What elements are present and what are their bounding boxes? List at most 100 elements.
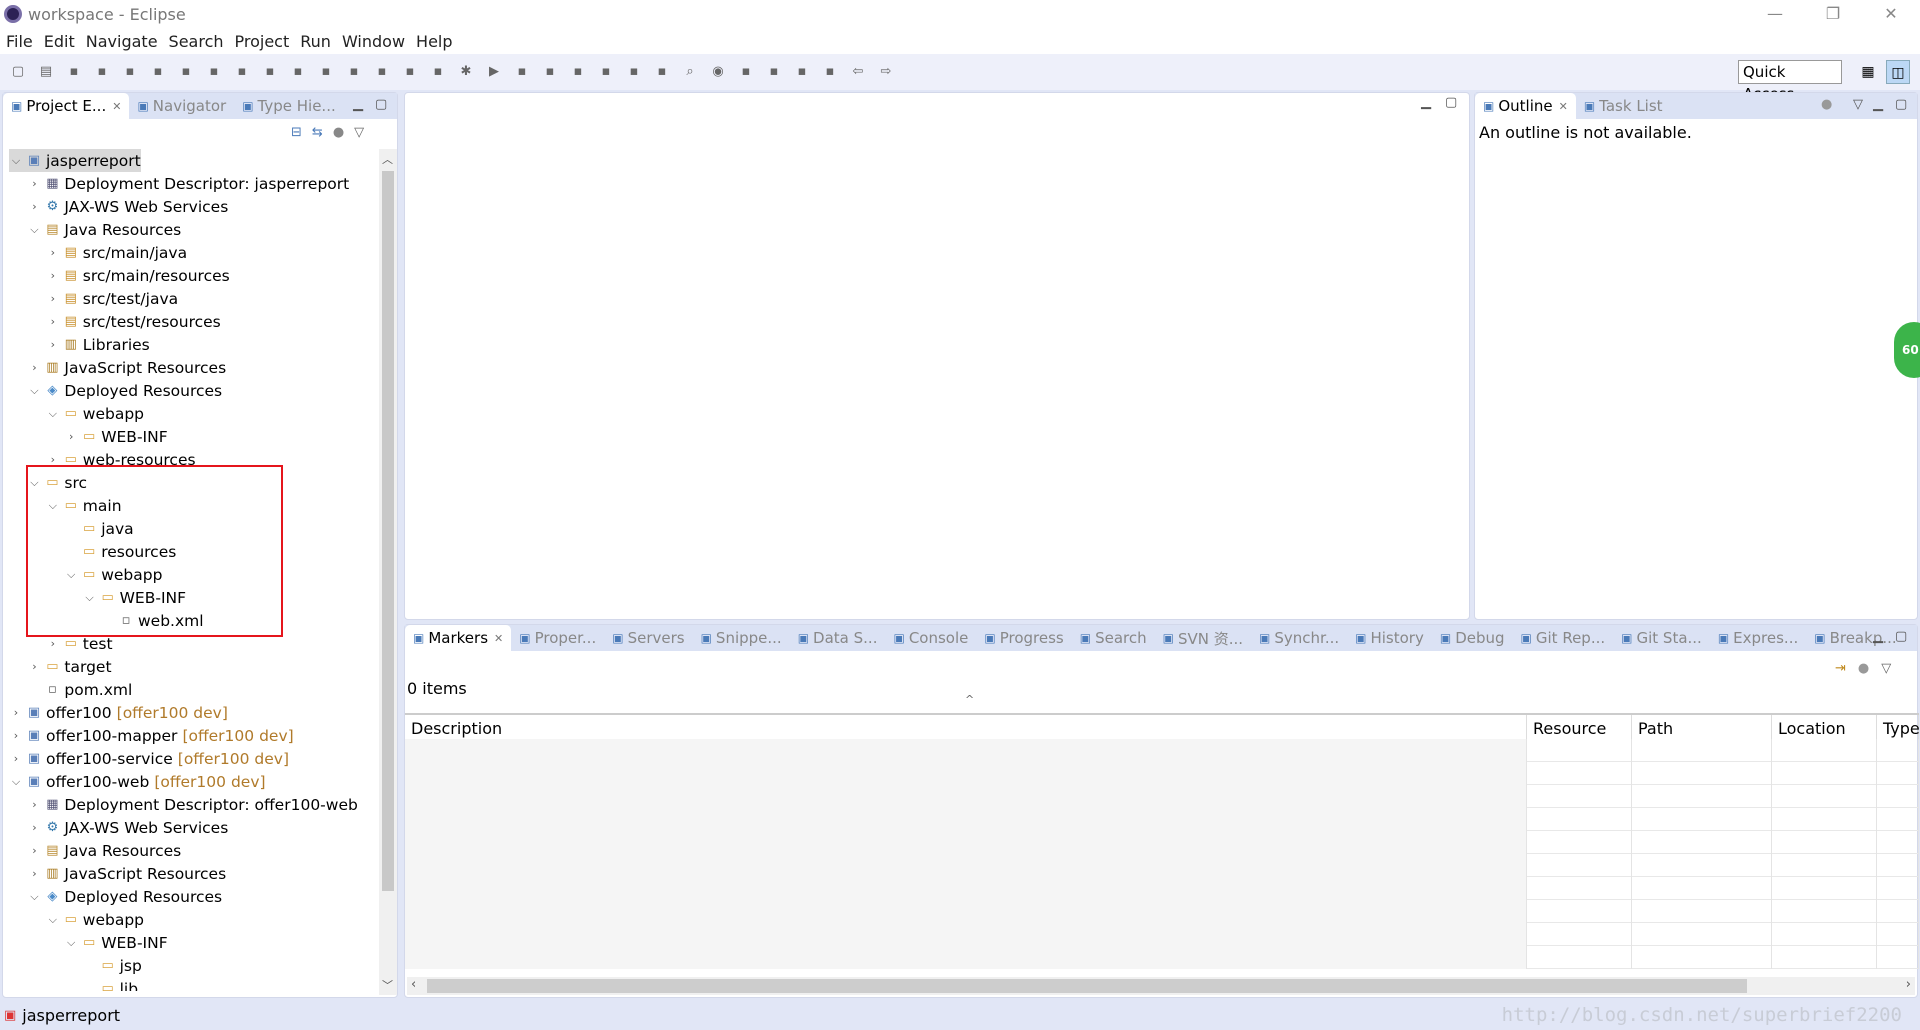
java-ee-perspective-icon[interactable]: ◫ [1886, 60, 1910, 84]
tab-type-hie[interactable]: ▣ Type Hie... [234, 93, 344, 119]
last-edit-icon[interactable]: ▪ [820, 63, 840, 81]
tree-item[interactable]: › ▤ Java Resources [27, 839, 181, 862]
tab-history[interactable]: ▣ History [1347, 625, 1432, 651]
skip-breakpoints-icon[interactable]: ▪ [120, 63, 140, 81]
disconnect-icon[interactable]: ▪ [232, 63, 252, 81]
chevron-right-icon[interactable]: › [46, 315, 60, 328]
chevron-down-icon[interactable]: ⌵ [27, 384, 41, 398]
tab-proper[interactable]: ▣ Proper... [511, 625, 604, 651]
close-tab-icon[interactable]: ✕ [494, 632, 503, 645]
focus-icon[interactable]: ● [333, 125, 344, 140]
tree-item[interactable]: ⌵ ▣ jasperreport [9, 149, 141, 172]
tab-svn[interactable]: ▣ SVN 资... [1155, 625, 1251, 651]
chevron-right-icon[interactable]: › [27, 660, 41, 673]
tree-item[interactable]: ⌵ ▭ webapp [46, 908, 144, 931]
minimize-icon[interactable]: ▁ [353, 97, 363, 112]
open-task-icon[interactable]: ▪ [652, 63, 672, 81]
tree-item[interactable]: ⌵ ◈ Deployed Resources [27, 885, 222, 908]
external-tools-icon[interactable]: ▪ [540, 63, 560, 81]
tree-item[interactable]: › ⚙ JAX-WS Web Services [27, 816, 228, 839]
scroll-down-icon[interactable]: ﹀ [382, 977, 393, 993]
tab-breakp[interactable]: ▣ Breakp... [1806, 625, 1904, 651]
column-header-path[interactable]: Path [1632, 715, 1772, 741]
tree-item[interactable]: ⌵ ▣ offer100-web [offer100 dev] [9, 770, 266, 793]
tree-item[interactable]: › ▤ src/test/java [46, 287, 179, 310]
tab-git-rep[interactable]: ▣ Git Rep... [1513, 625, 1614, 651]
close-tab-icon[interactable]: ✕ [1559, 100, 1568, 113]
maximize-icon[interactable]: ▢ [375, 97, 387, 112]
next-annotation-icon[interactable]: ▪ [764, 63, 784, 81]
restore-button[interactable]: ❐ [1804, 0, 1862, 28]
suspend-icon[interactable]: ▪ [176, 63, 196, 81]
link-with-editor-icon[interactable]: ⇆ [312, 125, 323, 140]
tab-synchr[interactable]: ▣ Synchr... [1251, 625, 1347, 651]
step-into-icon[interactable]: ▪ [260, 63, 280, 81]
open-type-icon[interactable]: ▪ [624, 63, 644, 81]
new-jsp-icon[interactable]: ▪ [596, 63, 616, 81]
search-icon[interactable]: ⌕ [680, 63, 700, 81]
scroll-thumb[interactable] [382, 171, 394, 891]
menu-help[interactable]: Help [416, 32, 452, 51]
font-icon[interactable]: ▪ [428, 63, 448, 81]
chevron-down-icon[interactable]: ⌵ [9, 775, 23, 789]
run-coverage-icon[interactable]: ▪ [512, 63, 532, 81]
previous-annotation-icon[interactable]: ▪ [792, 63, 812, 81]
focus-icon[interactable]: ● [1858, 661, 1869, 676]
chevron-right-icon[interactable]: › [27, 867, 41, 880]
scroll-thumb[interactable] [427, 979, 1747, 993]
tab-data-s[interactable]: ▣ Data S... [790, 625, 886, 651]
minimize-icon[interactable]: ▁ [1873, 629, 1883, 644]
tab-navigator[interactable]: ▣ Navigator [129, 93, 234, 119]
tab-search[interactable]: ▣ Search [1072, 625, 1155, 651]
chevron-right-icon[interactable]: › [46, 338, 60, 351]
close-tab-icon[interactable]: ✕ [112, 100, 121, 113]
run-icon[interactable]: ▶ [484, 63, 504, 81]
chevron-right-icon[interactable]: › [46, 637, 60, 650]
menu-window[interactable]: Window [342, 32, 405, 51]
column-header-type[interactable]: Type [1877, 715, 1920, 741]
tab-progress[interactable]: ▣ Progress [976, 625, 1071, 651]
menu-project[interactable]: Project [235, 32, 290, 51]
save-icon[interactable]: ▤ [36, 63, 56, 81]
menu-run[interactable]: Run [300, 32, 331, 51]
menu-edit[interactable]: Edit [44, 32, 75, 51]
chevron-right-icon[interactable]: › [9, 729, 23, 742]
tree-item[interactable]: ⌵ ▭ WEB-INF [64, 931, 168, 954]
tree-item[interactable]: ⌵ ◈ Deployed Resources [27, 379, 222, 402]
view-menu-icon[interactable]: ▽ [1881, 661, 1891, 676]
chevron-down-icon[interactable]: ⌵ [9, 154, 23, 168]
minimize-button[interactable]: — [1746, 0, 1804, 28]
step-over-icon[interactable]: ▪ [288, 63, 308, 81]
import-icon[interactable]: ⇥ [1835, 661, 1846, 676]
view-menu-icon[interactable]: ▽ [354, 125, 364, 140]
chevron-right-icon[interactable]: › [27, 200, 41, 213]
tab-task-list[interactable]: ▣ Task List [1576, 93, 1671, 119]
tree-item[interactable]: › ▥ Libraries [46, 333, 150, 356]
markers-horizontal-scrollbar[interactable]: ‹ › [407, 977, 1915, 995]
scroll-right-icon[interactable]: › [1906, 977, 1911, 992]
open-perspective-icon[interactable]: ▦ [1856, 60, 1880, 84]
tree-item[interactable]: › ▦ Deployment Descriptor: jasperreport [27, 172, 349, 195]
tab-git-sta[interactable]: ▣ Git Sta... [1613, 625, 1710, 651]
column-header-resource[interactable]: Resource [1527, 715, 1632, 741]
focus-icon[interactable]: ● [1821, 97, 1832, 112]
menu-search[interactable]: Search [169, 32, 224, 51]
tree-item[interactable]: ▭ jsp [83, 954, 141, 977]
annotation-icon[interactable]: ▪ [736, 63, 756, 81]
tree-item[interactable]: › ▤ src/test/resources [46, 310, 221, 333]
tree-item[interactable]: ⌵ ▤ Java Resources [27, 218, 181, 241]
editor-minimize-icon[interactable]: ▁ [1421, 95, 1431, 110]
tab-servers[interactable]: ▣ Servers [604, 625, 692, 651]
tree-item[interactable]: ⌵ ▭ webapp [46, 402, 144, 425]
tree-item[interactable]: › ▦ Deployment Descriptor: offer100-web [27, 793, 358, 816]
tab-snippe[interactable]: ▣ Snippe... [693, 625, 790, 651]
tree-item[interactable]: › ▣ offer100 [offer100 dev] [9, 701, 228, 724]
tree-item[interactable]: › ▭ WEB-INF [64, 425, 168, 448]
chevron-down-icon[interactable]: ⌵ [27, 890, 41, 904]
step-return-icon[interactable]: ▪ [316, 63, 336, 81]
globe-icon[interactable]: ◉ [708, 63, 728, 81]
collapse-all-icon[interactable]: ⊟ [291, 125, 302, 140]
forward-icon[interactable]: ⇨ [876, 63, 896, 81]
tree-item[interactable]: › ▥ JavaScript Resources [27, 862, 226, 885]
tree-item[interactable]: › ▭ target [27, 655, 111, 678]
